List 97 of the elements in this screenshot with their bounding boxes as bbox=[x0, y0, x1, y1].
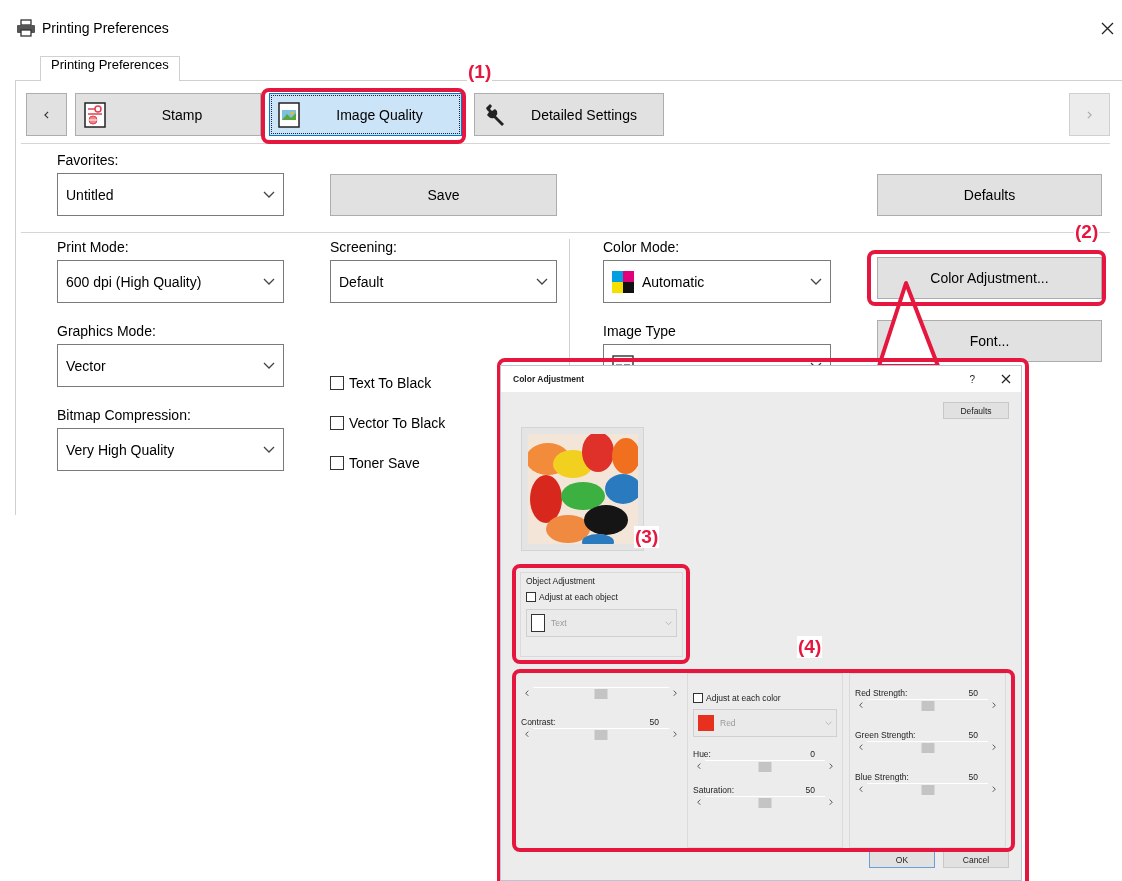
chevron-left-icon bbox=[859, 785, 863, 793]
slider-track[interactable] bbox=[867, 698, 988, 712]
window-title: Printing Preferences bbox=[42, 20, 170, 36]
dialog-title: Color Adjustment bbox=[513, 374, 585, 384]
checkbox[interactable]: Toner Save bbox=[330, 455, 420, 471]
checkbox-square[interactable] bbox=[693, 693, 703, 703]
slider-track[interactable] bbox=[867, 782, 988, 796]
previous-button[interactable] bbox=[26, 93, 67, 136]
swatch-icon bbox=[698, 715, 714, 731]
checkbox-square[interactable] bbox=[330, 376, 344, 390]
chevron-right-icon bbox=[992, 785, 996, 793]
tab[interactable]: Printing Preferences bbox=[40, 56, 180, 81]
chevron-right-icon bbox=[829, 798, 833, 806]
checkbox[interactable]: Adjust at each object bbox=[526, 592, 618, 602]
chevron-right-icon bbox=[673, 730, 677, 738]
slider-thumb[interactable] bbox=[921, 784, 934, 795]
slider-thumb[interactable] bbox=[594, 729, 608, 740]
callout-number: (4) bbox=[797, 636, 823, 658]
defaults-button[interactable]: Defaults bbox=[877, 174, 1102, 216]
slider-label: Contrast: bbox=[521, 717, 556, 727]
printer-icon bbox=[16, 19, 36, 37]
chevron-down-icon bbox=[263, 445, 275, 454]
chevron-right-icon bbox=[673, 689, 677, 697]
slider-value: 50 bbox=[968, 730, 978, 740]
save-button[interactable]: Save bbox=[330, 174, 557, 216]
checkbox-square[interactable] bbox=[330, 416, 344, 430]
wrench-icon bbox=[483, 102, 507, 127]
checkbox-square[interactable] bbox=[330, 456, 344, 470]
slider-label: Blue Strength: bbox=[855, 772, 909, 782]
defaults-button[interactable]: Defaults bbox=[943, 402, 1009, 419]
checkbox[interactable]: Text To Black bbox=[330, 375, 432, 391]
field-label: Color Mode: bbox=[603, 239, 681, 257]
stamp-icon bbox=[84, 101, 106, 128]
chevron-left-icon bbox=[697, 762, 701, 770]
slider-track[interactable] bbox=[867, 740, 988, 754]
slider-thumb[interactable] bbox=[921, 700, 934, 711]
slider-value: 50 bbox=[649, 717, 659, 727]
chevron-down-icon bbox=[263, 190, 275, 199]
slider-track[interactable] bbox=[533, 686, 669, 700]
chevron-down-icon bbox=[263, 277, 275, 286]
chevron-left-icon bbox=[44, 110, 49, 119]
checkbox[interactable]: Adjust at each color bbox=[693, 693, 781, 703]
chevron-right-icon bbox=[992, 743, 996, 751]
dropdown[interactable]: Vector bbox=[57, 344, 284, 387]
field-label: Graphics Mode: bbox=[57, 323, 157, 341]
dropdown[interactable]: Very High Quality bbox=[57, 428, 284, 471]
slider-label: Green Strength: bbox=[855, 730, 916, 740]
field-label: Image Type bbox=[603, 323, 677, 341]
chevron-down-icon bbox=[825, 720, 832, 726]
field-label: Favorites: bbox=[57, 152, 120, 170]
help-button[interactable]: ? bbox=[969, 373, 975, 385]
chevron-down-icon bbox=[810, 277, 822, 286]
slider-value: 0 bbox=[810, 749, 815, 759]
dropdown[interactable]: Untitled bbox=[57, 173, 284, 216]
text-type-icon bbox=[531, 614, 545, 632]
checkbox[interactable]: Vector To Black bbox=[330, 415, 446, 431]
slider-track[interactable] bbox=[533, 727, 669, 741]
slider-thumb[interactable] bbox=[594, 688, 608, 699]
chevron-left-icon bbox=[525, 730, 529, 738]
field-label: Print Mode: bbox=[57, 239, 130, 257]
category-button[interactable]: Stamp bbox=[75, 93, 261, 136]
chevron-down-icon bbox=[665, 620, 672, 626]
chevron-left-icon bbox=[525, 689, 529, 697]
dropdown[interactable]: Default bbox=[330, 260, 557, 303]
chevron-left-icon bbox=[697, 798, 701, 806]
dropdown[interactable]: Automatic bbox=[603, 260, 831, 303]
picture-icon bbox=[278, 101, 300, 128]
chevron-down-icon bbox=[263, 361, 275, 370]
slider-value: 50 bbox=[805, 785, 815, 795]
slider-label: Red Strength: bbox=[855, 688, 908, 698]
slider-thumb[interactable] bbox=[758, 761, 772, 772]
field-label: Bitmap Compression: bbox=[57, 407, 192, 425]
field-label: Screening: bbox=[330, 239, 398, 257]
chevron-right-icon bbox=[829, 762, 833, 770]
slider-thumb[interactable] bbox=[921, 742, 934, 753]
slider-track[interactable] bbox=[705, 759, 825, 773]
callout-number: (3) bbox=[634, 526, 660, 548]
slider-value: 50 bbox=[968, 688, 978, 698]
slider-value: 50 bbox=[968, 772, 978, 782]
category-button[interactable]: Detailed Settings bbox=[474, 93, 664, 136]
category-button[interactable]: Image Quality bbox=[269, 93, 462, 136]
close-icon[interactable] bbox=[1101, 21, 1114, 35]
checkbox-square[interactable] bbox=[526, 592, 536, 602]
chevron-down-icon bbox=[536, 277, 548, 286]
slider-track[interactable] bbox=[705, 795, 825, 809]
slider-thumb[interactable] bbox=[758, 797, 772, 808]
close-icon[interactable] bbox=[1001, 374, 1011, 384]
dropdown[interactable]: 600 dpi (High Quality) bbox=[57, 260, 284, 303]
slider-label: Saturation: bbox=[693, 785, 735, 795]
settings-button[interactable]: Color Adjustment... bbox=[877, 257, 1102, 299]
slider-label: Hue: bbox=[693, 749, 711, 759]
chevron-left-icon bbox=[859, 701, 863, 709]
chevron-right-icon bbox=[1087, 110, 1092, 119]
color-mode-icon bbox=[612, 270, 634, 293]
chevron-left-icon bbox=[859, 743, 863, 751]
group-title: Object Adjustment bbox=[526, 576, 596, 588]
chevron-right-icon bbox=[992, 701, 996, 709]
